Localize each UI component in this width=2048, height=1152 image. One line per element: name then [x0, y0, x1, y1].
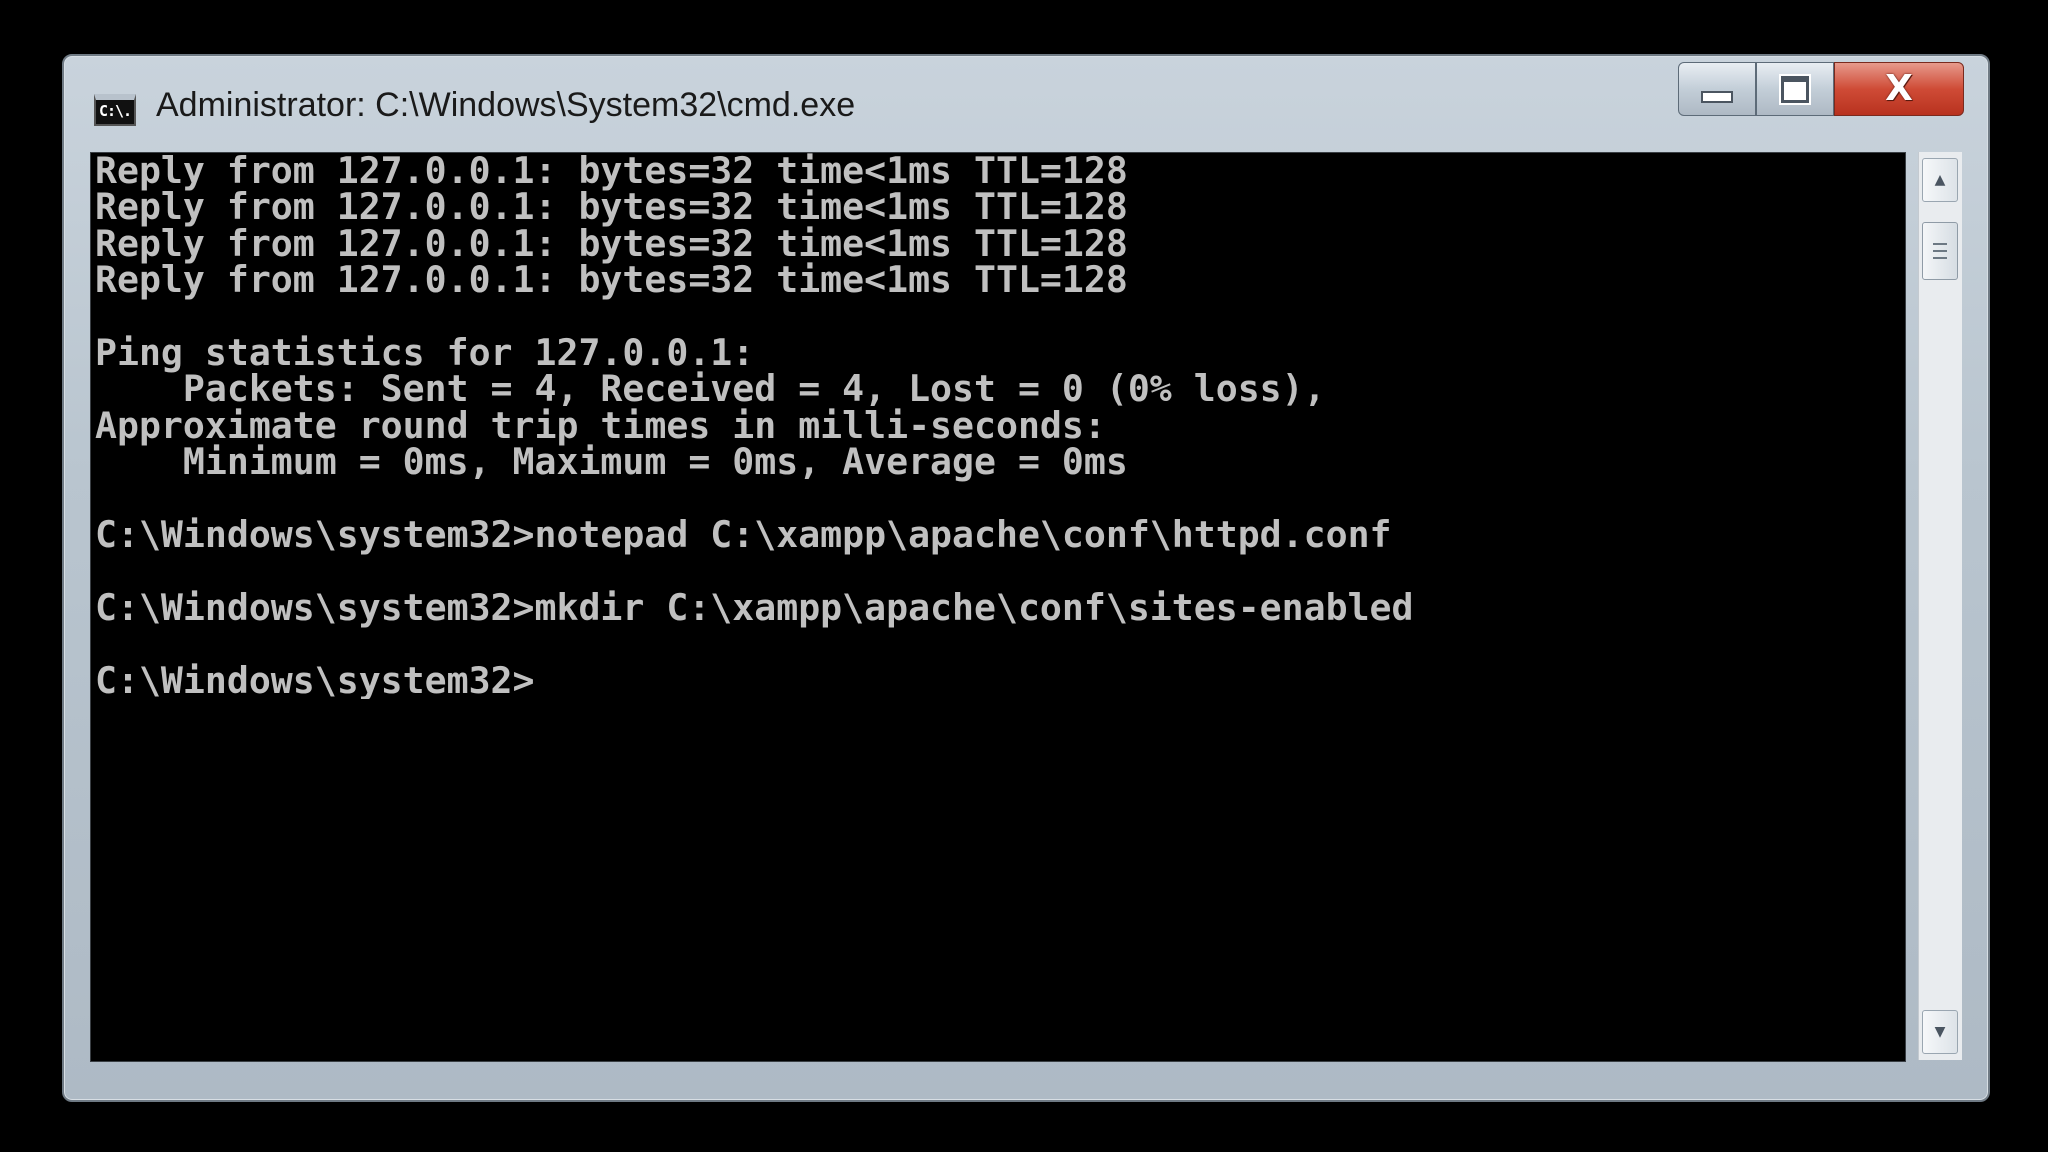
scroll-up-button[interactable]: ▲: [1922, 158, 1958, 202]
minimize-button[interactable]: [1678, 62, 1756, 116]
console-line: C:\Windows\system32>mkdir C:\xampp\apach…: [95, 585, 1414, 629]
scrollbar-thumb[interactable]: [1922, 222, 1958, 280]
console-text: Reply from 127.0.0.1: bytes=32 time<1ms …: [91, 153, 1905, 699]
window-title: Administrator: C:\Windows\System32\cmd.e…: [156, 86, 856, 124]
grip-line: [1933, 257, 1947, 259]
console-line: C:\Windows\system32>notepad C:\xampp\apa…: [95, 513, 1392, 557]
minimize-icon: [1701, 91, 1733, 103]
vertical-scrollbar[interactable]: ▲ ▼: [1918, 152, 1962, 1060]
cmd-icon[interactable]: C:\.: [94, 94, 136, 126]
scroll-down-button[interactable]: ▼: [1922, 1010, 1958, 1054]
grip-line: [1933, 250, 1947, 252]
title-bar[interactable]: C:\. Administrator: C:\Windows\System32\…: [64, 56, 1988, 152]
cmd-window: C:\. Administrator: C:\Windows\System32\…: [62, 54, 1990, 1102]
window-controls: X: [1678, 62, 1964, 118]
console-line: Minimum = 0ms, Maximum = 0ms, Average = …: [95, 440, 1128, 484]
maximize-icon: [1781, 75, 1809, 103]
grip-line: [1933, 243, 1947, 245]
console-line: Reply from 127.0.0.1: bytes=32 time<1ms …: [95, 258, 1128, 302]
maximize-button[interactable]: [1756, 62, 1834, 116]
console-prompt[interactable]: C:\Windows\system32>: [95, 659, 535, 699]
chevron-down-icon: ▼: [1934, 1024, 1946, 1040]
chevron-up-icon: ▲: [1934, 172, 1946, 188]
close-button[interactable]: X: [1834, 62, 1964, 116]
console-output[interactable]: Reply from 127.0.0.1: bytes=32 time<1ms …: [90, 152, 1906, 1062]
close-icon: X: [1885, 68, 1913, 109]
